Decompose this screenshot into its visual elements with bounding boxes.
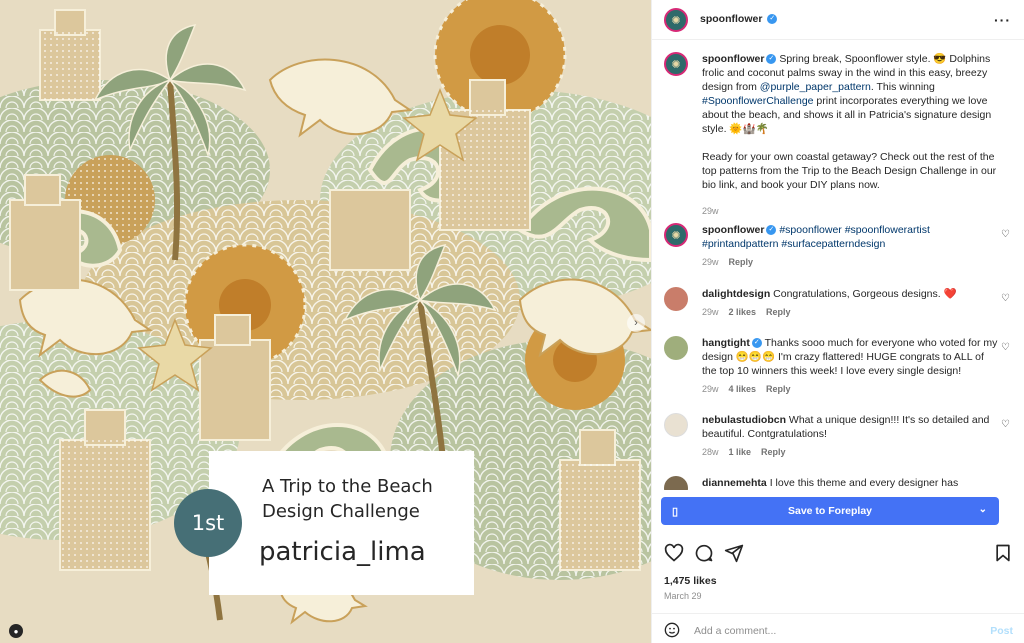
reply-button[interactable]: Reply bbox=[729, 257, 754, 267]
caption-text: Ready for your own coastal getaway? Chec… bbox=[702, 151, 997, 191]
comment-username[interactable]: spoonflower bbox=[702, 224, 764, 236]
heart-icon[interactable]: ♡ bbox=[1001, 293, 1010, 304]
caption-text: . This winning bbox=[870, 81, 935, 93]
avatar[interactable]: ✺ bbox=[664, 8, 688, 32]
post-actions bbox=[652, 535, 1024, 575]
post-header: ✺ spoonflower ✓ ··· bbox=[652, 0, 1024, 40]
header-username[interactable]: spoonflower bbox=[700, 13, 762, 25]
avatar[interactable] bbox=[664, 476, 688, 490]
save-button-label: Save to Foreplay bbox=[787, 505, 873, 517]
avatar[interactable]: ✺ bbox=[664, 223, 688, 247]
comment-time[interactable]: 29w bbox=[702, 257, 719, 267]
post-side-panel: ✺ spoonflower ✓ ··· ✺ spoonflower ✓ Sprin… bbox=[651, 0, 1024, 643]
bookmark-icon[interactable] bbox=[993, 543, 1013, 563]
verified-icon: ✓ bbox=[751, 338, 762, 349]
heart-icon[interactable]: ♡ bbox=[1001, 229, 1010, 240]
comment-username[interactable]: diannemehta bbox=[702, 477, 767, 489]
add-comment-bar: Add a comment... Post bbox=[652, 613, 1024, 643]
challenge-title: A Trip to the Beach Design Challenge bbox=[262, 476, 433, 522]
comment-text: I love this theme and every designer has bbox=[769, 477, 959, 489]
heart-icon[interactable]: ♡ bbox=[1001, 342, 1010, 353]
comment-username[interactable]: hangtight bbox=[702, 337, 750, 349]
emoji-icon[interactable] bbox=[664, 622, 680, 638]
post-image[interactable]: 1st A Trip to the Beach Design Challenge… bbox=[0, 0, 651, 643]
avatar[interactable] bbox=[664, 336, 688, 360]
caption-username[interactable]: spoonflower bbox=[702, 53, 764, 65]
avatar[interactable] bbox=[664, 413, 688, 437]
comment-text: Congratulations, Gorgeous designs. ❤️ bbox=[773, 288, 957, 300]
chevron-down-icon[interactable]: ⌄ bbox=[979, 504, 987, 515]
comment-icon[interactable] bbox=[694, 543, 714, 563]
reply-button[interactable]: Reply bbox=[761, 447, 786, 457]
verified-icon: ✓ bbox=[766, 225, 777, 236]
comment-time[interactable]: 29w bbox=[702, 307, 719, 317]
comment-time[interactable]: 28w bbox=[702, 447, 719, 457]
share-icon[interactable] bbox=[724, 543, 744, 563]
chevron-right-icon: › bbox=[634, 317, 638, 329]
comment-likes[interactable]: 4 likes bbox=[729, 384, 757, 394]
likes-count[interactable]: 1,475 likes bbox=[664, 575, 717, 587]
comment-username[interactable]: nebulastudiobcn bbox=[702, 414, 786, 426]
comment-time[interactable]: 29w bbox=[702, 384, 719, 394]
reply-button[interactable]: Reply bbox=[766, 307, 791, 317]
comments-list[interactable]: ✺ spoonflower ✓ Spring break, Spoonflower… bbox=[652, 40, 1024, 490]
heart-icon[interactable] bbox=[664, 543, 684, 563]
post-date[interactable]: March 29 bbox=[664, 591, 702, 601]
mention-link[interactable]: @purple_paper_pattern bbox=[760, 81, 871, 93]
next-slide-button[interactable]: › bbox=[627, 314, 645, 332]
verified-icon: ✓ bbox=[767, 14, 778, 25]
verified-icon: ✓ bbox=[766, 54, 777, 65]
save-icon: ▯ bbox=[672, 506, 679, 518]
hashtag-link[interactable]: #SpoonflowerChallenge bbox=[702, 95, 814, 107]
reply-button[interactable]: Reply bbox=[766, 384, 791, 394]
comment-likes[interactable]: 1 like bbox=[729, 447, 752, 457]
post-comment-button[interactable]: Post bbox=[990, 625, 1013, 637]
avatar[interactable] bbox=[664, 287, 688, 311]
caption-time[interactable]: 29w bbox=[702, 206, 719, 216]
more-horizontal-icon[interactable]: ··· bbox=[994, 12, 1011, 28]
heart-icon[interactable]: ♡ bbox=[1001, 419, 1010, 430]
save-to-foreplay-button[interactable]: ▯ Save to Foreplay ⌄ bbox=[661, 497, 999, 525]
comment-input[interactable]: Add a comment... bbox=[694, 625, 776, 637]
comment-likes[interactable]: 2 likes bbox=[729, 307, 757, 317]
avatar[interactable]: ✺ bbox=[664, 52, 688, 76]
placement-badge: 1st bbox=[174, 489, 242, 557]
designer-name: patricia_lima bbox=[259, 537, 426, 567]
comment-username[interactable]: dalightdesign bbox=[702, 288, 770, 300]
user-tag-icon[interactable]: ● bbox=[9, 624, 23, 638]
